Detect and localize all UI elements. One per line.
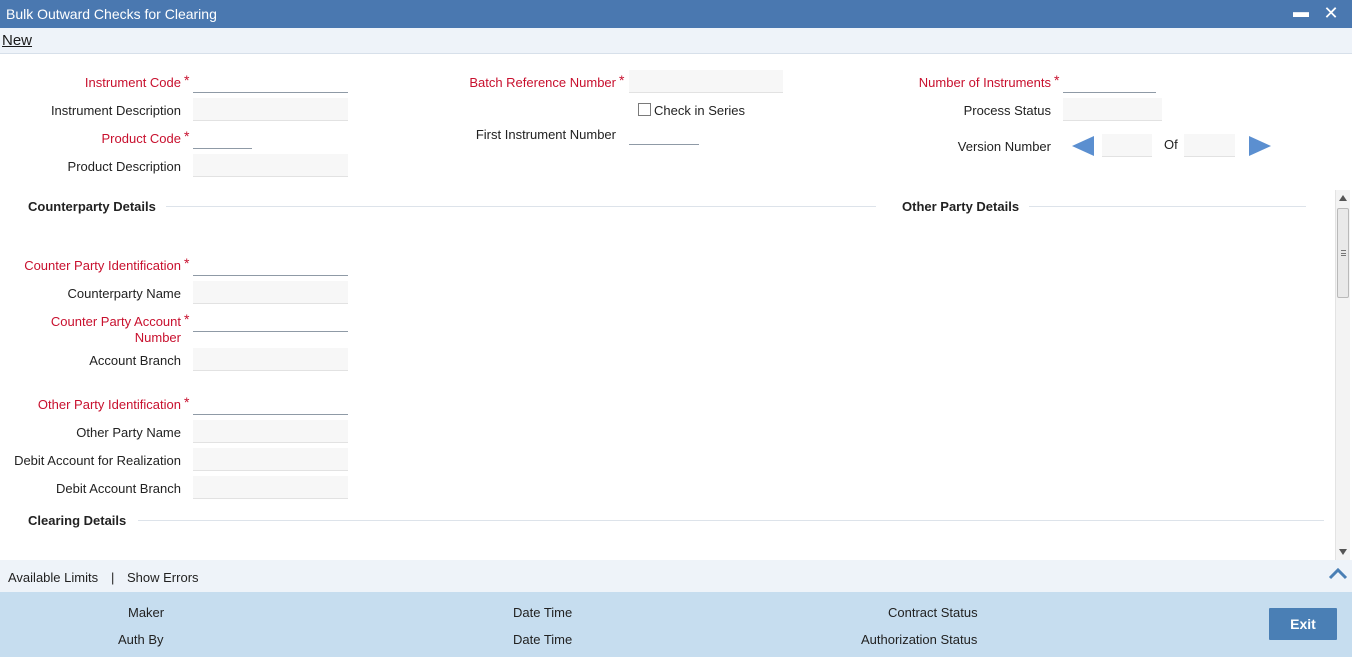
collapse-chevron-up-icon[interactable] — [1328, 566, 1348, 582]
window-title: Bulk Outward Checks for Clearing — [6, 6, 217, 22]
required-marker: * — [184, 128, 190, 144]
version-number-field[interactable] — [1102, 134, 1152, 157]
scroll-thumb[interactable] — [1337, 208, 1349, 298]
number-of-instruments-input[interactable] — [1063, 70, 1156, 93]
other-party-identification-label: Other Party Identification — [37, 397, 181, 412]
counterparty-identification-label: Counter Party Identification — [24, 258, 181, 273]
version-total-field[interactable] — [1184, 134, 1235, 157]
section-divider — [1029, 206, 1306, 207]
first-instrument-label: First Instrument Number — [475, 127, 616, 142]
check-in-series-checkbox[interactable] — [638, 103, 651, 116]
required-marker: * — [619, 72, 625, 88]
scroll-up-icon[interactable] — [1339, 195, 1347, 201]
maker-date-time-label: Date Time — [513, 605, 573, 620]
counterparty-name-field[interactable] — [193, 281, 348, 304]
required-marker: * — [184, 311, 190, 327]
scroll-down-icon[interactable] — [1339, 549, 1347, 555]
first-instrument-input[interactable] — [629, 122, 699, 145]
batch-reference-input[interactable] — [629, 70, 783, 93]
version-number-label: Version Number — [957, 139, 1051, 154]
section-divider — [138, 520, 1324, 521]
instrument-code-input[interactable] — [193, 70, 348, 93]
counterparty-details-title: Counterparty Details — [28, 199, 156, 214]
other-party-name-field[interactable] — [193, 420, 348, 443]
other-party-name-label: Other Party Name — [76, 425, 181, 440]
grip-icon — [1341, 250, 1346, 256]
account-branch-label: Account Branch — [89, 353, 181, 368]
version-of-label: Of — [1164, 137, 1178, 152]
debit-account-field[interactable] — [193, 448, 348, 471]
other-party-details-title: Other Party Details — [902, 199, 1020, 214]
product-code-input[interactable] — [193, 126, 252, 149]
toolbar: New — [0, 28, 1352, 54]
available-limits-link[interactable]: Available Limits — [8, 570, 98, 585]
debit-account-branch-field[interactable] — [193, 476, 348, 499]
section-divider — [166, 206, 876, 207]
auth-date-time-label: Date Time — [513, 632, 573, 647]
vertical-scrollbar[interactable] — [1335, 190, 1350, 560]
instrument-description-label: Instrument Description — [50, 103, 181, 118]
process-status-label: Process Status — [963, 103, 1051, 118]
batch-reference-label: Batch Reference Number — [469, 75, 616, 90]
minimize-icon[interactable]: ▬ — [1291, 3, 1311, 23]
counterparty-account-input[interactable] — [193, 309, 348, 332]
version-prev-icon[interactable] — [1072, 136, 1094, 156]
product-description-label: Product Description — [67, 159, 181, 174]
version-next-icon[interactable] — [1249, 136, 1271, 156]
link-separator: | — [111, 570, 115, 585]
required-marker: * — [184, 72, 190, 88]
show-errors-link[interactable]: Show Errors — [127, 570, 199, 585]
close-icon[interactable]: ✕ — [1321, 3, 1341, 23]
required-marker: * — [184, 255, 190, 271]
maker-label: Maker — [128, 605, 165, 620]
account-branch-field[interactable] — [193, 348, 348, 371]
new-link[interactable]: New — [2, 32, 32, 49]
other-party-identification-input[interactable] — [193, 392, 348, 415]
required-marker: * — [1054, 72, 1060, 88]
check-in-series-label: Check in Series — [654, 103, 746, 118]
process-status-field[interactable] — [1063, 98, 1162, 121]
authorization-status-label: Authorization Status — [861, 632, 978, 647]
counterparty-identification-input[interactable] — [193, 253, 348, 276]
window-title-bar: Bulk Outward Checks for Clearing ▬ ✕ — [0, 0, 1352, 28]
counterparty-account-label-line2: Number — [134, 330, 181, 345]
contract-status-label: Contract Status — [888, 605, 978, 620]
number-of-instruments-label: Number of Instruments — [918, 75, 1051, 90]
instrument-code-label: Instrument Code — [84, 75, 181, 90]
action-link-bar: Available Limits | Show Errors — [0, 560, 1352, 592]
exit-button[interactable]: Exit — [1269, 608, 1337, 640]
counterparty-name-label: Counterparty Name — [67, 286, 181, 301]
product-description-field[interactable] — [193, 154, 348, 177]
audit-footer: Maker Date Time Contract Status Auth By … — [0, 592, 1352, 657]
auth-by-label: Auth By — [118, 632, 164, 647]
debit-account-label: Debit Account for Realization — [14, 453, 181, 468]
required-marker: * — [184, 394, 190, 410]
debit-account-branch-label: Debit Account Branch — [55, 481, 181, 496]
form-content: Instrument Code * Instrument Description… — [0, 54, 1352, 560]
product-code-label: Product Code — [101, 131, 182, 146]
instrument-description-field[interactable] — [193, 98, 348, 121]
clearing-details-title: Clearing Details — [28, 513, 127, 528]
counterparty-account-label-line1: Counter Party Account — [50, 314, 181, 329]
